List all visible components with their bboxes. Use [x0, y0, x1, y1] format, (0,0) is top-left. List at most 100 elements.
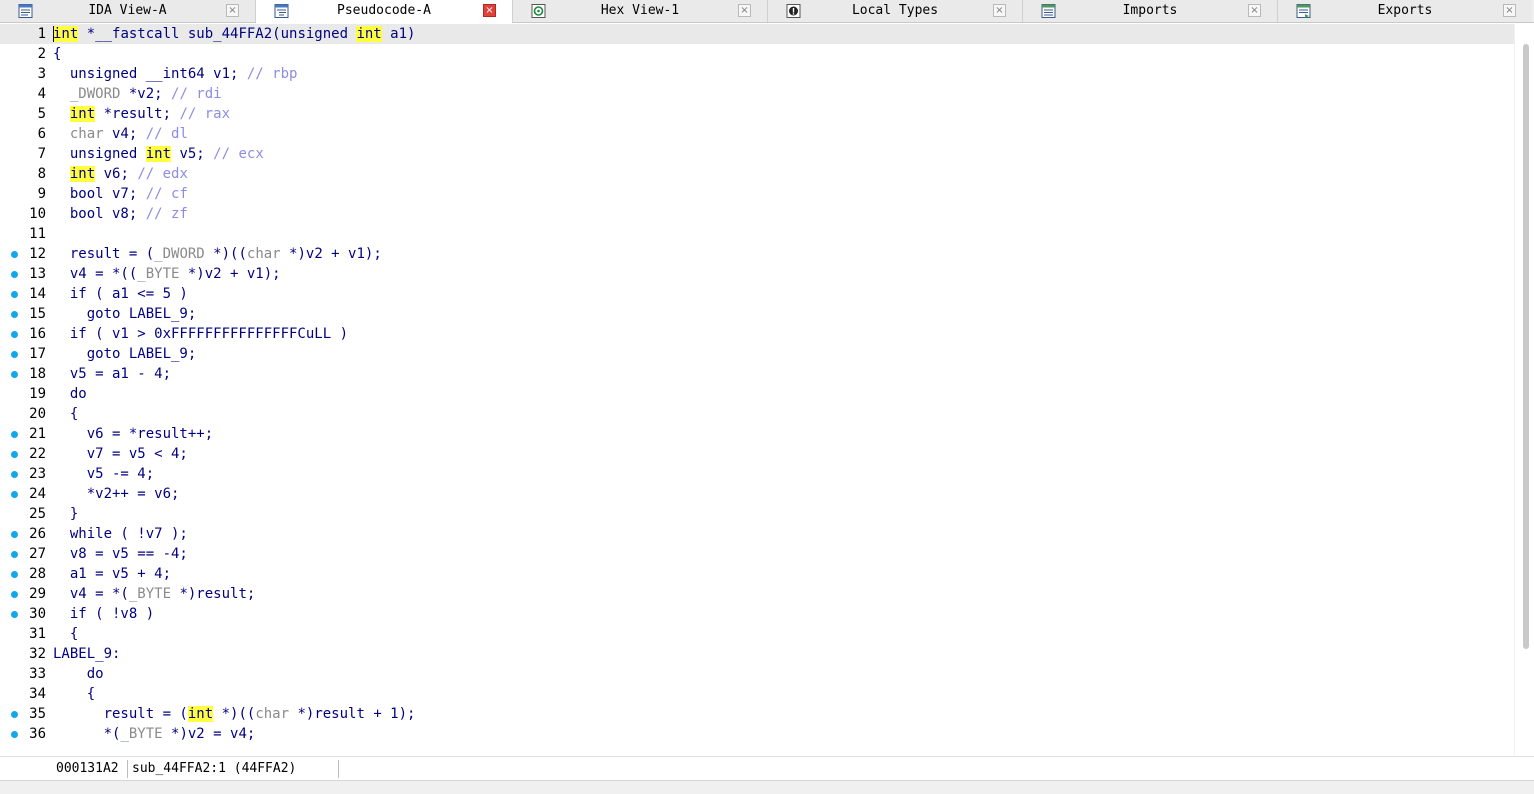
code-line[interactable]: 33 do: [0, 664, 1514, 684]
code-text[interactable]: _DWORD *v2; // rdi: [53, 84, 222, 104]
code-line[interactable]: 21 v6 = *result++;: [0, 424, 1514, 444]
code-line[interactable]: 11: [0, 224, 1514, 244]
code-text[interactable]: a1 = v5 + 4;: [53, 564, 171, 584]
line-number: 25: [29, 506, 46, 522]
code-text[interactable]: *v2++ = v6;: [53, 484, 180, 504]
code-line[interactable]: 2{: [0, 44, 1514, 64]
line-number: 5: [37, 106, 46, 122]
code-text[interactable]: v6 = *result++;: [53, 424, 213, 444]
text-cursor: [53, 26, 54, 42]
code-text[interactable]: {: [53, 44, 61, 64]
code-text[interactable]: v8 = v5 == -4;: [53, 544, 188, 564]
code-text[interactable]: char v4; // dl: [53, 124, 188, 144]
close-tab-icon[interactable]: ×: [1503, 4, 1516, 17]
tab-hex-view-1[interactable]: Hex View-1 ×: [513, 0, 768, 22]
code-line[interactable]: 1 int *__fastcall sub_44FFA2(unsigned int…: [0, 24, 1514, 44]
code-line[interactable]: 30 if ( !v8 ): [0, 604, 1514, 624]
code-line[interactable]: 9 bool v7; // cf: [0, 184, 1514, 204]
line-number: 1: [37, 26, 46, 42]
code-text[interactable]: {: [53, 624, 78, 644]
code-text[interactable]: v4 = *(_BYTE *)result;: [53, 584, 255, 604]
code-line[interactable]: 32 LABEL_9:: [0, 644, 1514, 664]
code-line[interactable]: 19 do: [0, 384, 1514, 404]
code-text[interactable]: while ( !v7 );: [53, 524, 188, 544]
tab-pseudocode-a[interactable]: Pseudocode-A ×: [256, 0, 513, 23]
code-line[interactable]: 4 _DWORD *v2; // rdi: [0, 84, 1514, 104]
code-text[interactable]: if ( a1 <= 5 ): [53, 284, 188, 304]
code-line[interactable]: 27 v8 = v5 == -4;: [0, 544, 1514, 564]
scrollbar-thumb[interactable]: [1523, 44, 1529, 649]
code-line[interactable]: 34 {: [0, 684, 1514, 704]
code-line[interactable]: 5 int *result; // rax: [0, 104, 1514, 124]
code-line[interactable]: 10 bool v8; // zf: [0, 204, 1514, 224]
code-line[interactable]: 28 a1 = v5 + 4;: [0, 564, 1514, 584]
code-line[interactable]: 23 v5 -= 4;: [0, 464, 1514, 484]
line-number: 30: [29, 606, 46, 622]
line-number: 6: [37, 126, 46, 142]
line-number: 18: [29, 366, 46, 382]
code-text[interactable]: bool v7; // cf: [53, 184, 188, 204]
code-text[interactable]: if ( !v8 ): [53, 604, 154, 624]
code-line[interactable]: 31 {: [0, 624, 1514, 644]
code-line[interactable]: 26 while ( !v7 );: [0, 524, 1514, 544]
code-text[interactable]: v4 = *((_BYTE *)v2 + v1);: [53, 264, 281, 284]
code-line[interactable]: 8 int v6; // edx: [0, 164, 1514, 184]
close-tab-icon[interactable]: ×: [738, 4, 751, 17]
line-number: 19: [29, 386, 46, 402]
code-line[interactable]: 17 goto LABEL_9;: [0, 344, 1514, 364]
code-line[interactable]: 36 *(_BYTE *)v2 = v4;: [0, 724, 1514, 744]
code-line[interactable]: 29 v4 = *(_BYTE *)result;: [0, 584, 1514, 604]
tab-exports[interactable]: Exports ×: [1278, 0, 1532, 22]
code-text[interactable]: result = (_DWORD *)((char *)v2 + v1);: [53, 244, 382, 264]
code-text[interactable]: if ( v1 > 0xFFFFFFFFFFFFFFFCuLL ): [53, 324, 348, 344]
code-text[interactable]: do: [53, 664, 104, 684]
line-number: 8: [37, 166, 46, 182]
tab-local-types[interactable]: Local Types ×: [768, 0, 1023, 22]
close-tab-icon[interactable]: ×: [993, 4, 1006, 17]
code-text[interactable]: {: [53, 404, 78, 424]
code-line[interactable]: 3 unsigned __int64 v1; // rbp: [0, 64, 1514, 84]
code-text[interactable]: {: [53, 684, 95, 704]
code-text[interactable]: v7 = v5 < 4;: [53, 444, 188, 464]
code-text[interactable]: unsigned __int64 v1; // rbp: [53, 64, 298, 84]
vertical-scrollbar[interactable]: [1514, 24, 1534, 755]
code-text[interactable]: bool v8; // zf: [53, 204, 188, 224]
code-line[interactable]: 24 *v2++ = v6;: [0, 484, 1514, 504]
code-line[interactable]: 18 v5 = a1 - 4;: [0, 364, 1514, 384]
code-text[interactable]: goto LABEL_9;: [53, 304, 197, 324]
code-line[interactable]: 16 if ( v1 > 0xFFFFFFFFFFFFFFFCuLL ): [0, 324, 1514, 344]
code-text[interactable]: int v6; // edx: [53, 164, 188, 184]
close-tab-icon[interactable]: ×: [483, 4, 496, 17]
line-number: 24: [29, 486, 46, 502]
code-text[interactable]: int *result; // rax: [53, 104, 230, 124]
code-text[interactable]: goto LABEL_9;: [53, 344, 197, 364]
close-tab-icon[interactable]: ×: [226, 4, 239, 17]
line-number: 2: [37, 46, 46, 62]
tab-ida-view-a[interactable]: IDA View-A ×: [0, 0, 256, 22]
code-text[interactable]: }: [53, 504, 78, 524]
code-line[interactable]: 14 if ( a1 <= 5 ): [0, 284, 1514, 304]
code-text[interactable]: v5 = a1 - 4;: [53, 364, 171, 384]
code-text[interactable]: result = (int *)((char *)result + 1);: [53, 704, 415, 724]
code-text[interactable]: unsigned int v5; // ecx: [53, 144, 264, 164]
code-text[interactable]: v5 -= 4;: [53, 464, 154, 484]
code-line[interactable]: 7 unsigned int v5; // ecx: [0, 144, 1514, 164]
code-text[interactable]: LABEL_9:: [53, 644, 120, 664]
code-line[interactable]: 12 result = (_DWORD *)((char *)v2 + v1);: [0, 244, 1514, 264]
status-location: sub_44FFA2:1 (44FFA2): [129, 760, 339, 778]
close-tab-icon[interactable]: ×: [1248, 4, 1261, 17]
code-line[interactable]: 15 goto LABEL_9;: [0, 304, 1514, 324]
code-line[interactable]: 6 char v4; // dl: [0, 124, 1514, 144]
line-number: 28: [29, 566, 46, 582]
line-number: 14: [29, 286, 46, 302]
code-line[interactable]: 22 v7 = v5 < 4;: [0, 444, 1514, 464]
code-line[interactable]: 20 {: [0, 404, 1514, 424]
code-text[interactable]: do: [53, 384, 87, 404]
pseudocode-view[interactable]: 1 int *__fastcall sub_44FFA2(unsigned int…: [0, 24, 1514, 755]
code-text[interactable]: int *__fastcall sub_44FFA2(unsigned int …: [53, 24, 415, 44]
code-line[interactable]: 25 }: [0, 504, 1514, 524]
code-line[interactable]: 13 v4 = *((_BYTE *)v2 + v1);: [0, 264, 1514, 284]
code-line[interactable]: 35 result = (int *)((char *)result + 1);: [0, 704, 1514, 724]
code-text[interactable]: *(_BYTE *)v2 = v4;: [53, 724, 256, 744]
tab-imports[interactable]: Imports ×: [1023, 0, 1278, 22]
